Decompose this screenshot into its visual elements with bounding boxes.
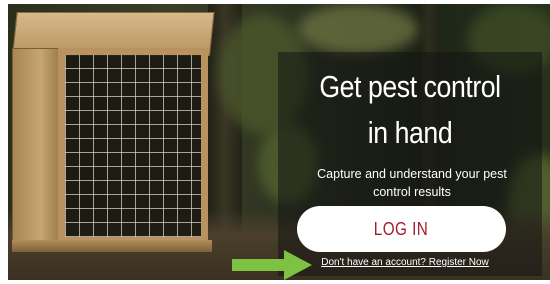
hero-headline: Get pest control in hand: [319, 69, 501, 150]
foliage: [298, 4, 418, 54]
login-button[interactable]: LOG IN: [297, 206, 506, 252]
register-link[interactable]: Don't have an account? Register Now: [300, 257, 510, 268]
trap-base: [12, 240, 212, 252]
hero-subtitle: Capture and understand your pest control…: [317, 167, 507, 199]
right-arrow-icon: [232, 250, 312, 280]
trap-side-panel: [12, 48, 60, 246]
wooden-trap-box: [12, 12, 215, 252]
login-button-label: LOG IN: [374, 218, 429, 239]
wire-mesh: [65, 55, 201, 237]
